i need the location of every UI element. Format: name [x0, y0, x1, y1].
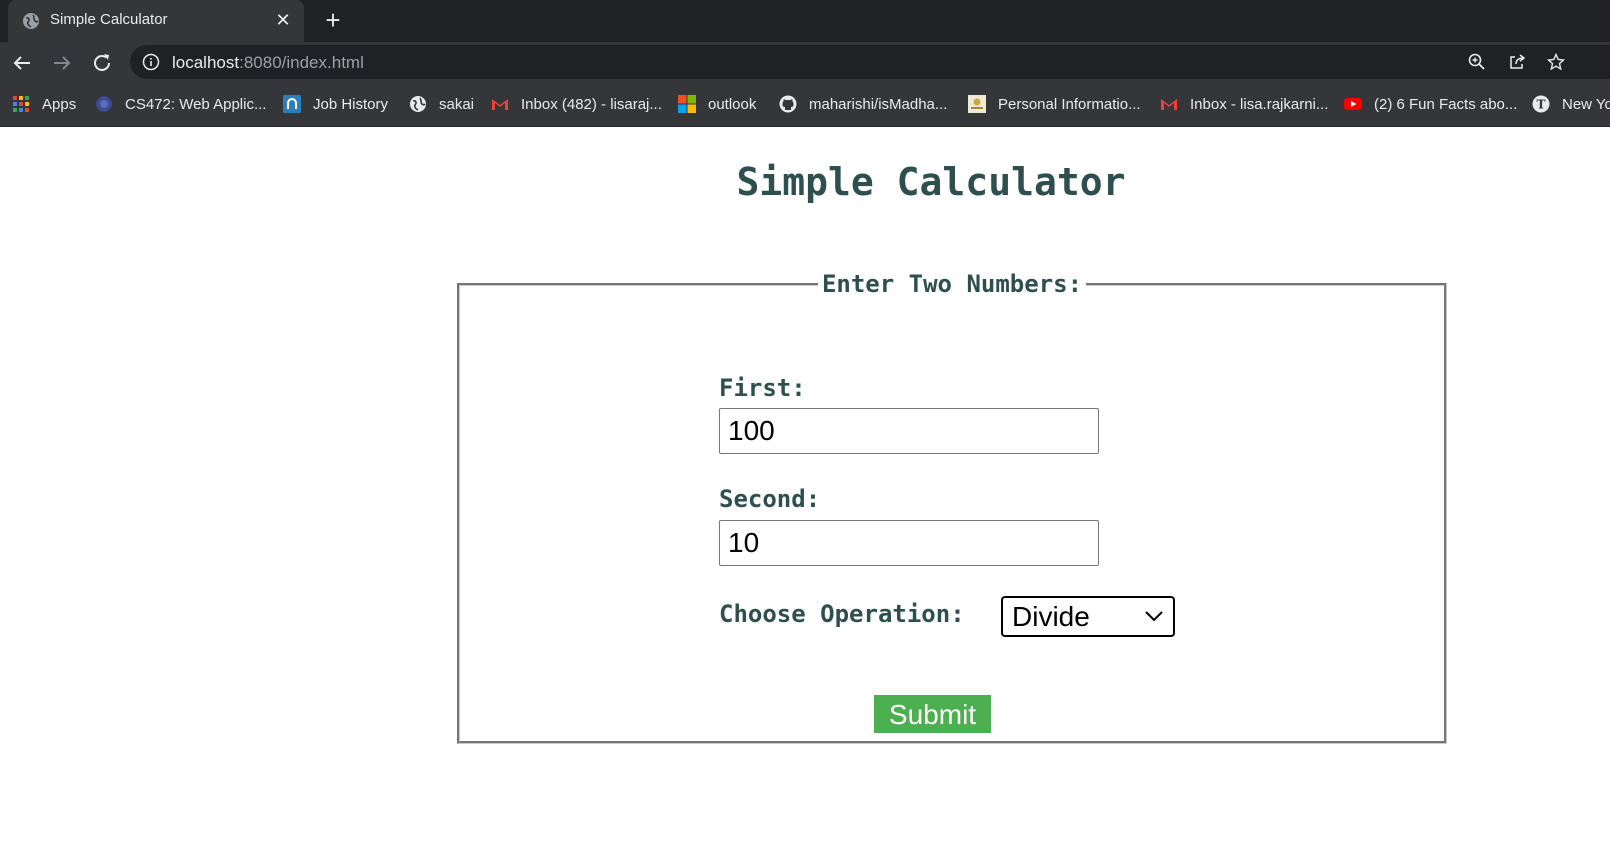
- site-info-icon[interactable]: [142, 53, 160, 71]
- browser-tab[interactable]: Simple Calculator ✕: [8, 0, 304, 42]
- bookmark-label: maharishi/isMadha...: [809, 95, 948, 113]
- nyt-icon: T: [1532, 95, 1550, 113]
- fieldset-legend: Enter Two Numbers:: [821, 270, 1083, 298]
- back-arrow-icon[interactable]: [10, 51, 34, 75]
- first-label: First:: [719, 374, 806, 402]
- page-title: Simple Calculator: [736, 160, 1126, 204]
- bookmark-label: sakai: [439, 95, 475, 113]
- github-icon: [779, 95, 797, 113]
- operation-select[interactable]: Divide: [1001, 596, 1175, 637]
- operation-selected-value: Divide: [1012, 601, 1090, 632]
- youtube-icon: [1344, 98, 1362, 110]
- browser-toolbar: localhost:8080/index.html: [0, 42, 1610, 83]
- second-number-input[interactable]: [719, 520, 1099, 566]
- operation-label: Choose Operation:: [719, 600, 965, 628]
- bookmark-label: CS472: Web Applic...: [125, 95, 267, 113]
- bookmark-youtube[interactable]: (2) 6 Fun Facts abo...: [1344, 93, 1517, 115]
- bookmark-job-history[interactable]: Job History: [283, 93, 388, 115]
- new-tab-button[interactable]: +: [320, 7, 346, 34]
- job-history-icon: [283, 95, 301, 113]
- share-icon[interactable]: [1508, 53, 1526, 71]
- bookmark-label: New Yo: [1562, 95, 1610, 113]
- gmail-icon: [492, 99, 508, 110]
- forward-arrow-icon[interactable]: [50, 51, 74, 75]
- document-icon: [968, 95, 986, 113]
- bookmark-personal-information[interactable]: Personal Informatio...: [968, 93, 1141, 115]
- bookmark-label: (2) 6 Fun Facts abo...: [1374, 95, 1518, 113]
- gmail-icon: [1161, 99, 1177, 110]
- bookmarks-bar: Apps CS472: Web Applic... Job History sa…: [0, 83, 1610, 127]
- svg-text:T: T: [1537, 98, 1546, 112]
- bookmark-label: Inbox - lisa.rajkarni...: [1190, 95, 1329, 113]
- microsoft-icon: [678, 95, 696, 113]
- reload-icon[interactable]: [90, 51, 114, 75]
- tab-title: Simple Calculator: [50, 11, 168, 28]
- bookmark-github[interactable]: maharishi/isMadha...: [779, 93, 947, 115]
- bookmark-star-icon[interactable]: [1547, 53, 1565, 71]
- chevron-down-icon: [1145, 611, 1163, 622]
- zoom-icon[interactable]: [1468, 53, 1486, 71]
- url-host: localhost: [172, 53, 240, 72]
- tab-close-icon[interactable]: ✕: [274, 11, 292, 29]
- bookmark-outlook[interactable]: outlook: [678, 93, 756, 115]
- bookmark-label: Personal Informatio...: [998, 95, 1141, 113]
- bookmark-label: Apps: [42, 95, 77, 113]
- bookmark-inbox-gmail[interactable]: Inbox (482) - lisaraj...: [491, 93, 662, 115]
- bookmark-label: outlook: [708, 95, 757, 113]
- globe-icon: [96, 96, 112, 112]
- address-bar[interactable]: localhost:8080/index.html: [130, 45, 1610, 79]
- submit-button[interactable]: Submit: [874, 695, 991, 733]
- bookmark-label: Job History: [313, 95, 389, 113]
- globe-icon: [410, 96, 426, 112]
- bookmark-label: Inbox (482) - lisaraj...: [521, 95, 662, 113]
- first-number-input[interactable]: [719, 408, 1099, 454]
- bookmark-apps[interactable]: Apps: [12, 93, 76, 115]
- bookmark-new-york-times[interactable]: T New Yo: [1532, 93, 1610, 115]
- bookmark-cs472[interactable]: CS472: Web Applic...: [95, 93, 266, 115]
- bookmark-inbox-lisa[interactable]: Inbox - lisa.rajkarni...: [1160, 93, 1328, 115]
- url-text: localhost:8080/index.html: [172, 53, 364, 73]
- calculator-fieldset: Enter Two Numbers: First: Second: Choose…: [457, 270, 1447, 744]
- bookmark-sakai[interactable]: sakai: [409, 93, 474, 115]
- globe-icon: [23, 13, 39, 29]
- apps-grid-icon: [13, 96, 29, 112]
- url-path: :8080/index.html: [239, 53, 364, 72]
- second-label: Second:: [719, 485, 821, 513]
- tab-strip: Simple Calculator ✕ +: [0, 0, 1610, 42]
